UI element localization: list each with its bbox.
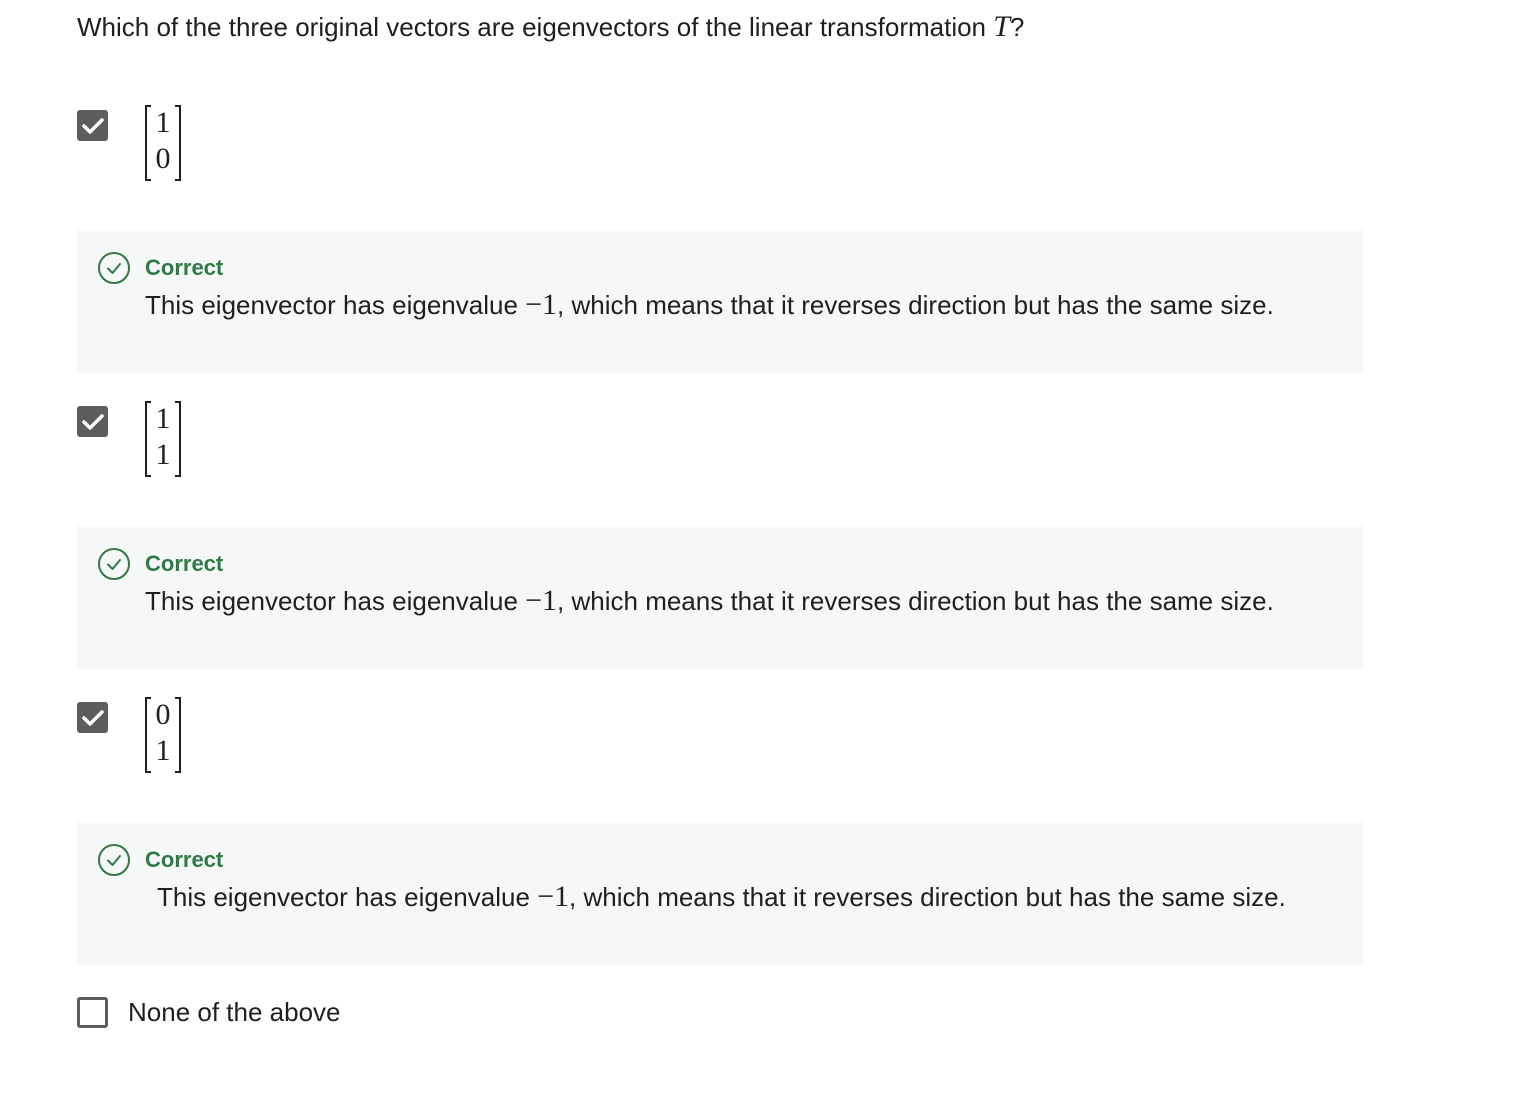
option-3-feedback: Correct This eigenvector has eigenvalue … <box>77 822 1363 965</box>
matrix-right-bracket <box>175 105 181 181</box>
explanation-text-before: This eigenvector has eigenvalue <box>157 882 538 912</box>
none-of-the-above-checkbox[interactable] <box>77 997 108 1028</box>
option-3[interactable]: 0 1 <box>77 697 181 775</box>
checkmark-icon <box>81 413 104 430</box>
check-circle-icon <box>98 548 130 580</box>
feedback-status: Correct <box>145 255 224 280</box>
feedback-status: Correct <box>145 847 224 872</box>
matrix-right-bracket <box>175 697 181 773</box>
feedback-explanation: This eigenvector has eigenvalue −1, whic… <box>145 288 1274 322</box>
option-1-checkbox[interactable] <box>77 110 108 141</box>
explanation-text-after: , which means that it reverses direction… <box>557 290 1274 320</box>
option-1-vector: 1 0 <box>145 105 181 183</box>
option-1-feedback: Correct This eigenvector has eigenvalue … <box>77 230 1363 373</box>
checkmark-icon <box>81 709 104 726</box>
option-none[interactable]: None of the above <box>77 997 341 1028</box>
none-of-the-above-label[interactable]: None of the above <box>128 997 341 1028</box>
option-3-checkbox[interactable] <box>77 702 108 733</box>
option-2[interactable]: 1 1 <box>77 401 181 479</box>
question-text-after: ? <box>1009 12 1025 42</box>
checkmark-icon <box>81 117 104 134</box>
explanation-text-before: This eigenvector has eigenvalue <box>145 586 526 616</box>
check-circle-icon <box>98 844 130 876</box>
option-2-vector: 1 1 <box>145 401 181 479</box>
matrix-right-bracket <box>175 401 181 477</box>
feedback-explanation: This eigenvector has eigenvalue −1, whic… <box>157 880 1286 914</box>
check-circle-icon <box>98 252 130 284</box>
eigenvalue: −1 <box>537 880 570 913</box>
option-3-vector: 0 1 <box>145 697 181 775</box>
eigenvalue: −1 <box>525 288 558 321</box>
feedback-status: Correct <box>145 551 224 576</box>
explanation-text-before: This eigenvector has eigenvalue <box>145 290 526 320</box>
option-1[interactable]: 1 0 <box>77 105 181 183</box>
explanation-text-after: , which means that it reverses direction… <box>557 586 1274 616</box>
option-2-feedback: Correct This eigenvector has eigenvalue … <box>77 526 1363 669</box>
feedback-explanation: This eigenvector has eigenvalue −1, whic… <box>145 584 1274 618</box>
explanation-text-after: , which means that it reverses direction… <box>569 882 1286 912</box>
question-variable: T <box>993 10 1010 43</box>
question-text: Which of the three original vectors are … <box>77 10 1024 44</box>
eigenvalue: −1 <box>525 584 558 617</box>
question-text-before: Which of the three original vectors are … <box>77 12 994 42</box>
option-2-checkbox[interactable] <box>77 406 108 437</box>
